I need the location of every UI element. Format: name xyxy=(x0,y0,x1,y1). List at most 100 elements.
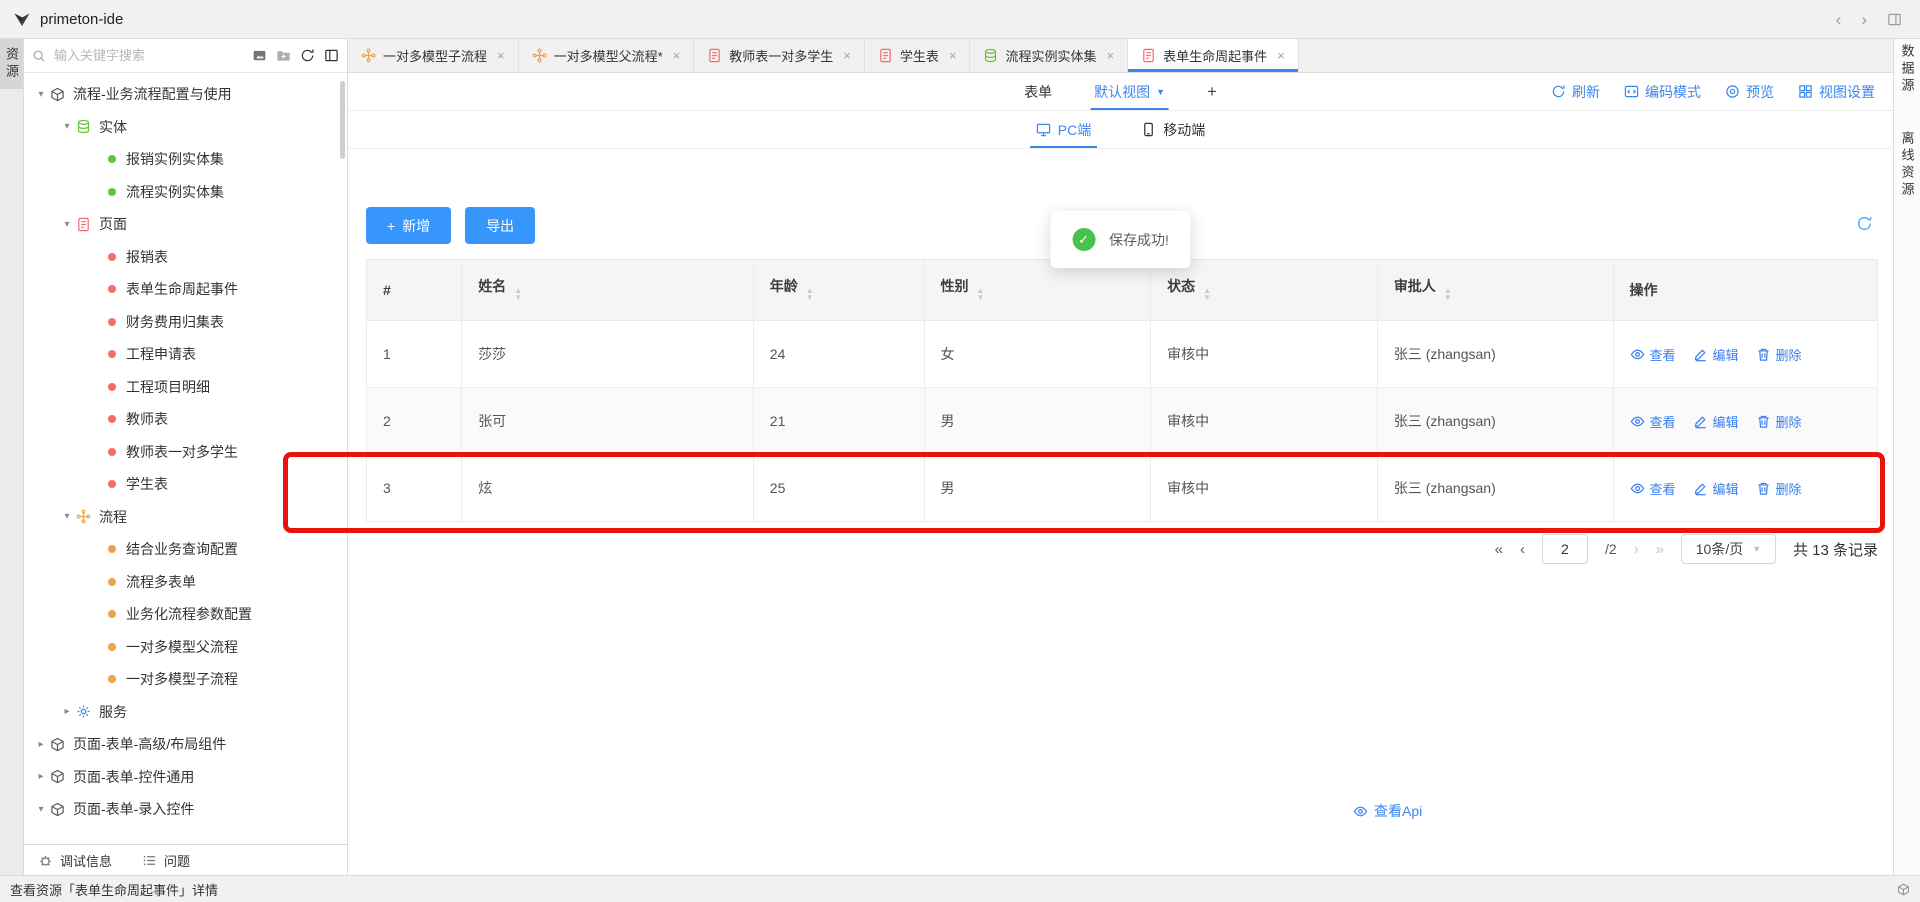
view-selector[interactable]: 默认视图 ▼ xyxy=(1094,73,1165,110)
tree-item[interactable]: 表单生命周起事件 xyxy=(24,273,347,306)
tree-item[interactable]: 工程项目明细 xyxy=(24,371,347,404)
tree-item[interactable]: ▸服务 xyxy=(24,696,347,729)
add-view-button[interactable]: + xyxy=(1207,82,1217,102)
editor-tab[interactable]: 表单生命周起事件× xyxy=(1128,39,1299,72)
close-icon[interactable]: × xyxy=(1277,48,1285,63)
tree-item[interactable]: 流程多表单 xyxy=(24,566,347,599)
tree-item[interactable]: ▾流程-业务流程配置与使用 xyxy=(24,78,347,111)
prev-page-button[interactable]: ‹ xyxy=(1520,541,1525,558)
row-action-trash[interactable]: 删除 xyxy=(1756,479,1802,498)
sort-arrows-icon[interactable]: ▲▼ xyxy=(1444,291,1452,305)
editor-tab[interactable]: 流程实例实体集× xyxy=(970,39,1128,72)
collapse-arrow-icon[interactable]: ▾ xyxy=(32,804,50,815)
sync-icon[interactable] xyxy=(1856,215,1873,232)
tree-item[interactable]: 一对多模型子流程 xyxy=(24,663,347,696)
sort-arrows-icon[interactable]: ▲▼ xyxy=(806,291,814,305)
tree-item[interactable]: ▾页面 xyxy=(24,208,347,241)
row-action-eye[interactable]: 查看 xyxy=(1630,479,1676,498)
form-label[interactable]: 表单 xyxy=(1024,82,1052,102)
column-header-label: 姓名 xyxy=(478,278,506,294)
collapse-arrow-icon[interactable]: ▾ xyxy=(58,219,76,230)
collapse-icon[interactable] xyxy=(324,48,339,63)
new-folder-icon[interactable] xyxy=(276,48,291,63)
device-tab[interactable]: PC端 xyxy=(1036,111,1091,148)
page-size-select[interactable]: 10条/页 ▼ xyxy=(1681,534,1776,564)
tab-label: 学生表 xyxy=(900,46,939,65)
tree-item[interactable]: ▾流程 xyxy=(24,501,347,534)
row-action-eye[interactable]: 查看 xyxy=(1630,412,1676,431)
device-tab[interactable]: 移动端 xyxy=(1141,111,1205,148)
tree-item[interactable]: ▸页面-表单-高级/布局组件 xyxy=(24,728,347,761)
cube-icon[interactable] xyxy=(1897,883,1910,896)
chevron-left-icon[interactable]: ‹ xyxy=(1836,11,1842,28)
header-action[interactable]: 视图设置 xyxy=(1798,82,1875,102)
column-header[interactable]: 性别▲▼ xyxy=(924,260,1151,321)
row-action-pencil[interactable]: 编辑 xyxy=(1693,412,1739,431)
refresh-icon[interactable] xyxy=(300,48,315,63)
tree-item[interactable]: 报销表 xyxy=(24,241,347,274)
right-rail-tab[interactable]: 离线资源 xyxy=(1898,131,1917,199)
tree-item[interactable]: 流程实例实体集 xyxy=(24,176,347,209)
layout-icon[interactable] xyxy=(1887,12,1902,27)
column-header[interactable]: 状态▲▼ xyxy=(1151,260,1378,321)
search-input[interactable] xyxy=(52,47,246,64)
editor-tab[interactable]: 教师表一对多学生× xyxy=(694,39,865,72)
close-icon[interactable]: × xyxy=(673,48,681,63)
collapse-arrow-icon[interactable]: ▾ xyxy=(58,121,76,132)
tree-item[interactable]: 结合业务查询配置 xyxy=(24,533,347,566)
row-action-trash[interactable]: 删除 xyxy=(1756,412,1802,431)
row-action-trash[interactable]: 删除 xyxy=(1756,345,1802,364)
last-page-button[interactable]: » xyxy=(1656,541,1664,558)
close-icon[interactable]: × xyxy=(497,48,505,63)
right-rail-tab[interactable]: 数据源 xyxy=(1898,44,1917,95)
column-header[interactable]: 姓名 ▲▼ xyxy=(462,260,754,321)
tree-item[interactable]: ▾实体 xyxy=(24,111,347,144)
cell-approver: 张三 (zhangsan) xyxy=(1377,388,1613,455)
page-input[interactable]: 2 xyxy=(1542,534,1588,564)
sort-arrows-icon[interactable]: ▲▼ xyxy=(977,291,985,305)
sort-arrows-icon[interactable]: ▲▼ xyxy=(514,291,522,305)
tree-item[interactable]: 学生表 xyxy=(24,468,347,501)
editor-tab[interactable]: 一对多模型父流程*× xyxy=(519,39,695,72)
header-action[interactable]: 预览 xyxy=(1725,82,1774,102)
row-action-eye[interactable]: 查看 xyxy=(1630,345,1676,364)
expand-arrow-icon[interactable]: ▸ xyxy=(58,706,76,717)
row-action-pencil[interactable]: 编辑 xyxy=(1693,479,1739,498)
collapse-arrow-icon[interactable]: ▾ xyxy=(58,511,76,522)
tree-item[interactable]: 业务化流程参数配置 xyxy=(24,598,347,631)
import-icon[interactable] xyxy=(252,48,267,63)
tree-item[interactable]: 财务费用归集表 xyxy=(24,306,347,339)
tree-item[interactable]: 一对多模型父流程 xyxy=(24,631,347,664)
tree-item[interactable]: 报销实例实体集 xyxy=(24,143,347,176)
tree-item[interactable]: 教师表一对多学生 xyxy=(24,436,347,469)
export-button[interactable]: 导出 xyxy=(465,207,535,244)
chevron-right-icon[interactable]: › xyxy=(1861,11,1867,28)
bottom-bar-item[interactable]: 问题 xyxy=(142,851,190,870)
row-action-pencil[interactable]: 编辑 xyxy=(1693,345,1739,364)
tree-item-label: 业务化流程参数配置 xyxy=(126,604,252,624)
close-icon[interactable]: × xyxy=(843,48,851,63)
close-icon[interactable]: × xyxy=(1107,48,1115,63)
next-page-button[interactable]: › xyxy=(1634,541,1639,558)
rail-tab-resources[interactable]: 资源 xyxy=(0,39,23,89)
editor-tab[interactable]: 一对多模型子流程× xyxy=(348,39,519,72)
view-api-link[interactable]: 查看Api xyxy=(1353,801,1422,821)
tree-item[interactable]: 工程申请表 xyxy=(24,338,347,371)
expand-arrow-icon[interactable]: ▸ xyxy=(32,771,50,782)
tree-item[interactable]: ▾页面-表单-录入控件 xyxy=(24,793,347,826)
close-icon[interactable]: × xyxy=(949,48,957,63)
tree-item[interactable]: 教师表 xyxy=(24,403,347,436)
collapse-arrow-icon[interactable]: ▾ xyxy=(32,89,50,100)
add-button[interactable]: + 新增 xyxy=(366,207,451,244)
sidebar-scrollbar[interactable] xyxy=(340,81,345,159)
header-action[interactable]: 编码模式 xyxy=(1624,82,1701,102)
sort-arrows-icon[interactable]: ▲▼ xyxy=(1203,291,1211,305)
column-header[interactable]: 年龄▲▼ xyxy=(753,260,924,321)
column-header[interactable]: 审批人▲▼ xyxy=(1377,260,1613,321)
expand-arrow-icon[interactable]: ▸ xyxy=(32,739,50,750)
editor-tab[interactable]: 学生表 × xyxy=(865,39,971,72)
first-page-button[interactable]: « xyxy=(1495,541,1503,558)
tree-item[interactable]: ▸页面-表单-控件通用 xyxy=(24,761,347,794)
header-action[interactable]: 刷新 xyxy=(1551,82,1600,102)
bottom-bar-item[interactable]: 调试信息 xyxy=(38,851,112,870)
